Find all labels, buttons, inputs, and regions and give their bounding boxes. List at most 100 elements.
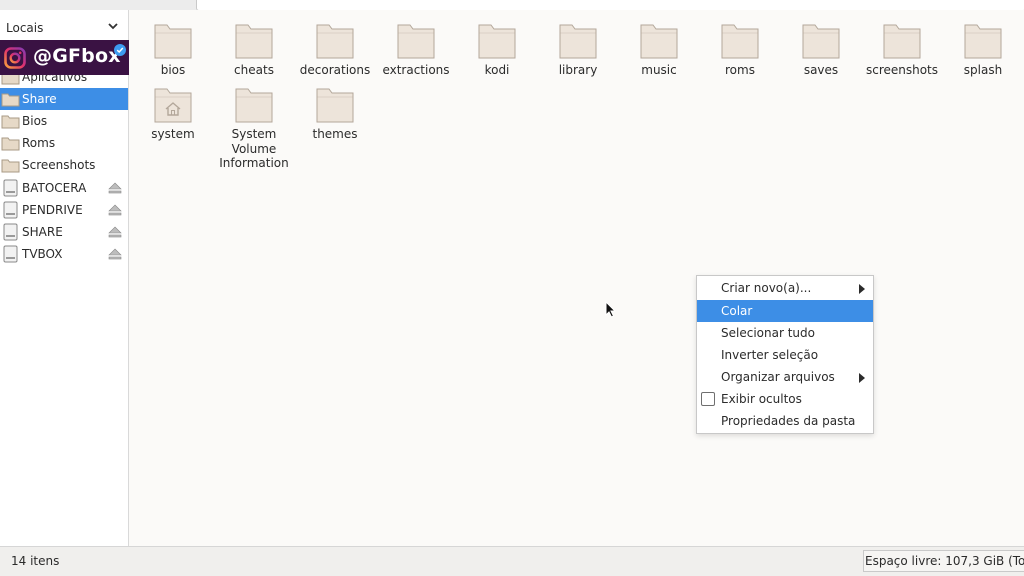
free-space-indicator: Espaço livre: 107,3 GiB (Tota [863,550,1024,572]
menu-item-propriedades-da-pasta[interactable]: Propriedades da pasta [697,410,873,432]
folder-icon [316,88,354,123]
folder-name: system [129,127,217,142]
chevron-down-icon[interactable] [106,19,120,33]
sidebar-item-share[interactable]: Share [0,88,128,110]
folder-name: decorations [291,63,379,78]
verified-badge-icon [114,44,126,56]
folder-item[interactable]: extractions [372,20,460,78]
folder-name: roms [696,63,784,78]
folder-item[interactable]: system [129,84,217,142]
folder-icon [1,115,20,129]
folder-icon [154,24,192,59]
folder-name-line: themes [312,127,358,141]
mouse-cursor-icon [605,301,616,318]
folder-item[interactable]: decorations [291,20,379,78]
folder-name: extractions [372,63,460,78]
folder-icon [640,24,678,59]
folder-item[interactable]: roms [696,20,784,78]
menu-item-label: Colar [721,304,753,318]
sidebar-item-screenshots[interactable]: Screenshots [0,154,128,176]
menu-item-label: Criar novo(a)... [721,281,812,295]
submenu-arrow-icon [859,284,865,294]
folder-name-line: Information [219,156,289,170]
sidebar-item-bios[interactable]: Bios [0,110,128,132]
drive-icon [3,223,18,241]
sidebar-item-label: Share [22,92,57,106]
drive-icon [3,179,18,197]
menu-item-label: Propriedades da pasta [721,414,856,428]
folder-item[interactable]: music [615,20,703,78]
menu-item-label: Selecionar tudo [721,326,815,340]
file-view[interactable]: bios cheats decorations extractions kodi libr… [129,10,1024,546]
folder-name: screenshots [858,63,946,78]
sidebar-item-pendrive[interactable]: PENDRIVE [0,199,128,221]
menu-item-inverter-selecao[interactable]: Inverter seleção [697,344,873,366]
folder-icon [964,24,1002,59]
watermark: @GFbox [0,40,137,75]
folder-name-line: decorations [299,63,371,77]
folder-icon [1,93,20,107]
eject-icon[interactable] [108,182,122,194]
folder-name-line: bios [160,63,186,77]
menu-item-criar-novo[interactable]: Criar novo(a)... [697,277,873,299]
sidebar-item-share-drive[interactable]: SHARE [0,221,128,243]
menu-item-label: Organizar arquivos [721,370,835,384]
folder-name-line: kodi [484,63,510,77]
submenu-arrow-icon [859,373,865,383]
sidebar-item-roms[interactable]: Roms [0,132,128,154]
eject-icon[interactable] [108,248,122,260]
folder-name-line: System [231,127,277,141]
folder-name: splash [939,63,1024,78]
folder-icon [397,24,435,59]
folder-name: themes [291,127,379,142]
menu-item-selecionar-tudo[interactable]: Selecionar tudo [697,322,873,344]
menu-item-label: Exibir ocultos [721,392,802,406]
folder-name: bios [129,63,217,78]
checkbox[interactable] [701,392,715,406]
folder-name: saves [777,63,865,78]
folder-icon [1,159,20,173]
folder-item[interactable]: bios [129,20,217,78]
menu-item-exibir-ocultos[interactable]: Exibir ocultos [697,388,873,410]
sidebar-item-label: Roms [22,136,56,150]
folder-icon [802,24,840,59]
folder-icon [235,88,273,123]
item-count: 14 itens [11,554,60,568]
menu-item-label: Inverter seleção [721,348,819,362]
folder-item[interactable]: kodi [453,20,541,78]
folder-item[interactable]: screenshots [858,20,946,78]
folder-name-line: saves [803,63,839,77]
folder-item[interactable]: saves [777,20,865,78]
eject-icon[interactable] [108,204,122,216]
eject-icon[interactable] [108,226,122,238]
folder-name: kodi [453,63,541,78]
menu-item-organizar-arquivos[interactable]: Organizar arquivos [697,366,873,388]
folder-name: System Volume Information [210,127,298,171]
folder-name-line: roms [725,63,755,77]
folder-item[interactable]: cheats [210,20,298,78]
folder-name-line: Volume [231,141,277,156]
home-folder-icon [154,88,192,123]
sidebar-heading: Locais [6,21,44,35]
sidebar-item-label: BATOCERA [22,181,87,195]
sidebar-item-tvbox[interactable]: TVBOX [0,243,128,265]
folder-item[interactable]: library [534,20,622,78]
sidebar-item-label: Bios [22,114,48,128]
folder-item[interactable]: themes [291,84,379,142]
folder-name: library [534,63,622,78]
menu-item-colar[interactable]: Colar [697,300,873,322]
folder-name-line: music [641,63,677,77]
folder-name-line: system [151,127,195,141]
folder-name-line: screenshots [865,63,939,77]
folder-name-line: library [558,63,598,77]
folder-item[interactable]: System Volume Information [210,84,298,171]
sidebar-item-label: Screenshots [22,158,96,172]
sidebar-item-label: PENDRIVE [22,203,83,217]
folder-name: music [615,63,703,78]
folder-item[interactable]: splash [939,20,1024,78]
sidebar-item-batocera[interactable]: BATOCERA [0,177,128,199]
folder-icon [883,24,921,59]
folder-name: cheats [210,63,298,78]
folder-icon [316,24,354,59]
folder-name-line: splash [963,63,1003,77]
